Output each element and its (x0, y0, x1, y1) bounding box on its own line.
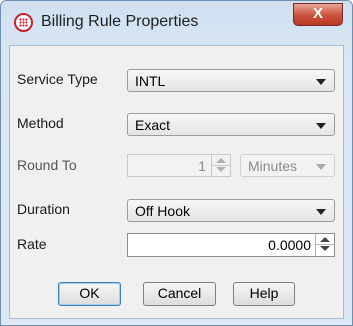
spin-divider (316, 244, 334, 245)
round-to-spinner[interactable]: 1 (127, 154, 231, 177)
duration-value: Off Hook (135, 203, 190, 219)
round-to-label: Round To (17, 157, 77, 173)
rate-spinner[interactable]: 0.0000 (127, 233, 335, 257)
chevron-down-icon (316, 164, 326, 170)
rate-value: 0.0000 (268, 237, 311, 253)
service-type-value: INTL (135, 73, 166, 89)
duration-select[interactable]: Off Hook (127, 199, 335, 222)
chevron-down-icon (316, 79, 326, 85)
title-bar[interactable]: Billing Rule Properties X (1, 1, 352, 45)
ok-button[interactable]: OK (58, 282, 121, 306)
chevron-down-icon (316, 123, 326, 129)
round-to-unit-value: Minutes (248, 158, 298, 174)
round-to-unit-select[interactable]: Minutes (240, 154, 335, 177)
round-to-spin-buttons[interactable] (211, 155, 230, 176)
rate-label: Rate (17, 236, 47, 252)
method-value: Exact (135, 117, 171, 133)
spin-down-icon[interactable] (216, 167, 226, 172)
phone-dial-icon (14, 13, 33, 32)
spin-up-icon[interactable] (216, 158, 226, 163)
service-type-select[interactable]: INTL (127, 69, 335, 92)
spin-down-icon[interactable] (320, 246, 330, 251)
close-icon: X (312, 5, 323, 22)
spin-up-icon[interactable] (320, 237, 330, 242)
chevron-down-icon (316, 209, 326, 215)
method-label: Method (17, 115, 64, 131)
help-button[interactable]: Help (233, 282, 295, 306)
service-type-label: Service Type (17, 71, 98, 87)
close-button[interactable]: X (293, 3, 343, 26)
duration-label: Duration (17, 201, 70, 217)
window-title: Billing Rule Properties (41, 13, 199, 30)
rate-spin-buttons[interactable] (315, 234, 334, 256)
round-to-value: 1 (198, 158, 206, 174)
method-select[interactable]: Exact (127, 113, 335, 136)
cancel-button[interactable]: Cancel (143, 282, 216, 306)
spin-divider (212, 165, 230, 166)
